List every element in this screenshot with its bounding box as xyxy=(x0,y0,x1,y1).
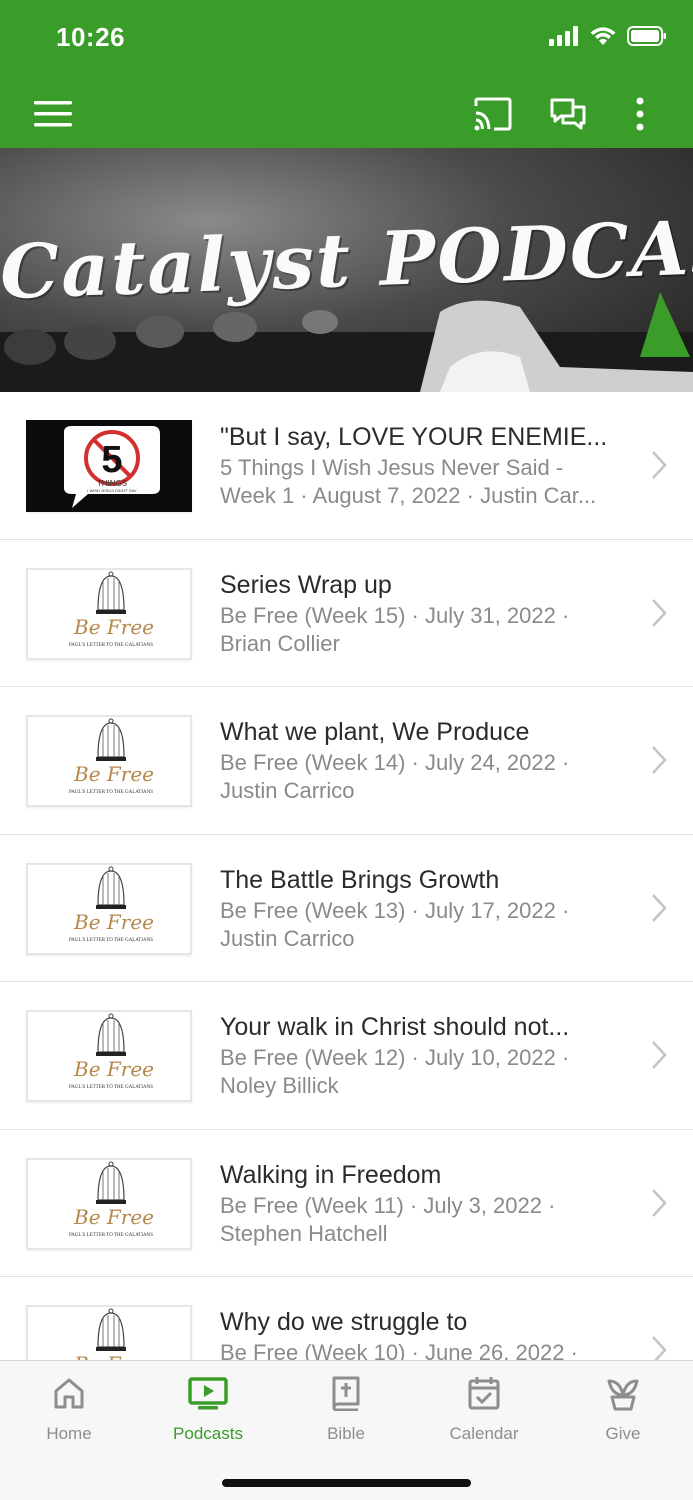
be-free-title: Be Free xyxy=(73,910,154,934)
episode-meta-line1: Be Free (Week 15) · July 31, 2022 · xyxy=(220,602,570,628)
episode-row[interactable]: Be Free PAUL'S LETTER TO THE GALATIANS You… xyxy=(0,982,693,1130)
chevron-right-icon xyxy=(651,450,667,485)
be-free-caption: PAUL'S LETTER TO THE GALATIANS xyxy=(69,643,153,648)
chevron-right-icon xyxy=(651,893,667,928)
episode-row[interactable]: Be Free PAUL'S LETTER TO THE GALATIANS Wal… xyxy=(0,1130,693,1277)
be-free-artwork: Be Free PAUL'S LETTER TO THE GALATIANS xyxy=(69,1161,154,1238)
episode-row[interactable]: 5 THINGS I WISH JESUS DIDN'T SAY "But I say… xyxy=(0,392,693,540)
chevron-right-icon xyxy=(651,745,667,780)
chat-icon[interactable] xyxy=(546,92,590,136)
be-free-artwork: Be Free PAUL'S LETTER TO THE GALATIANS xyxy=(69,718,154,795)
episode-thumbnail: Be Free PAUL'S LETTER TO THE GALATIANS xyxy=(26,1157,192,1250)
episode-title: Series Wrap up xyxy=(220,570,392,599)
be-free-title: Be Free xyxy=(73,615,154,639)
episode-meta-line2: Brian Collier xyxy=(220,630,340,656)
be-free-title: Be Free xyxy=(73,1057,154,1081)
chevron-right-icon xyxy=(651,1335,667,1360)
be-free-artwork: Be Free PAUL'S LETTER TO THE GALATIANS xyxy=(69,866,154,943)
episode-meta-line2: Noley Billick xyxy=(220,1073,339,1098)
episode-row[interactable]: Be Free PAUL'S LETTER TO THE GALATIANS Wha… xyxy=(0,687,693,835)
episode-row[interactable]: Be Free PAUL'S LETTER TO THE GALATIANS Ser… xyxy=(0,540,693,687)
app-bar xyxy=(0,80,693,148)
episode-title: "But I say, LOVE YOUR ENEMIE... xyxy=(220,423,608,451)
tab-calendar[interactable]: Calendar xyxy=(424,1375,544,1444)
episode-title: Why do we struggle to xyxy=(220,1308,468,1336)
episode-meta-line1: Be Free (Week 12) · July 10, 2022 · xyxy=(220,1045,570,1070)
episode-title: What we plant, We Produce xyxy=(220,718,530,746)
five-things-word: THINGS xyxy=(97,479,127,488)
episode-meta-line2: Week 1 · August 7, 2022 · Justin Car... xyxy=(220,483,597,508)
be-free-artwork: Be FreePAUL'S LETTER TO THE GALATIANS xyxy=(73,1308,154,1360)
episode-text: Why do we struggle to Be Free (Week 10) ·… xyxy=(220,1305,630,1360)
be-free-title: Be Free xyxy=(73,1352,154,1360)
episode-meta-line2: Justin Carrico xyxy=(220,925,355,951)
tab-podcasts[interactable]: Podcasts xyxy=(148,1375,268,1444)
episode-thumbnail: Be FreePAUL'S LETTER TO THE GALATIANS xyxy=(26,1305,192,1360)
chevron-right-icon xyxy=(651,1040,667,1075)
tab-give[interactable]: Give xyxy=(563,1375,683,1444)
episode-thumbnail: Be Free PAUL'S LETTER TO THE GALATIANS xyxy=(26,715,192,807)
be-free-artwork: Be Free PAUL'S LETTER TO THE GALATIANS xyxy=(69,571,154,648)
episode-meta-line1: Be Free (Week 14) · July 24, 2022 · xyxy=(220,750,570,775)
status-icons xyxy=(549,26,667,46)
chevron-right-icon xyxy=(651,598,667,633)
tab-home[interactable]: Home xyxy=(9,1375,129,1444)
episode-text: "But I say, LOVE YOUR ENEMIE... 5 Things … xyxy=(220,420,630,510)
podcast-banner: Catalyst PODCAST xyxy=(0,148,693,392)
bible-icon xyxy=(332,1376,360,1412)
episode-title: Your walk in Christ should not... xyxy=(220,1013,570,1041)
calendar-check-icon xyxy=(468,1377,500,1410)
tab-label-podcasts: Podcasts xyxy=(173,1424,243,1443)
be-free-caption: PAUL'S LETTER TO THE GALATIANS xyxy=(69,938,153,943)
episode-text: Series Wrap up Be Free (Week 15) · July 3… xyxy=(220,568,630,658)
five-things-artwork: 5THINGSI WISH JESUS DIDN'T SAY xyxy=(64,426,160,508)
home-indicator[interactable] xyxy=(222,1479,471,1487)
tab-bible[interactable]: Bible xyxy=(286,1375,406,1444)
episode-text: Walking in Freedom Be Free (Week 11) · Ju… xyxy=(220,1158,630,1248)
episode-text: Your walk in Christ should not... Be Free… xyxy=(220,1010,630,1100)
status-time: 10:26 xyxy=(56,22,125,52)
tab-bar: Home Podcasts Bible Calendar Give xyxy=(0,1360,693,1500)
wifi-icon xyxy=(590,27,616,45)
be-free-caption: PAUL'S LETTER TO THE GALATIANS xyxy=(69,790,153,795)
signal-icon xyxy=(549,26,578,46)
episode-text: What we plant, We Produce Be Free (Week 1… xyxy=(220,715,630,805)
be-free-artwork: Be Free PAUL'S LETTER TO THE GALATIANS xyxy=(69,1013,154,1090)
plant-icon xyxy=(607,1379,639,1411)
five-things-number: 5 xyxy=(101,439,122,481)
episode-text: The Battle Brings Growth Be Free (Week 13… xyxy=(220,863,630,953)
episode-thumbnail: Be Free PAUL'S LETTER TO THE GALATIANS xyxy=(26,862,192,955)
episode-meta-line1: Be Free (Week 10) · June 26, 2022 · xyxy=(220,1340,578,1360)
tab-label-home: Home xyxy=(46,1424,92,1443)
episode-row[interactable]: Be Free PAUL'S LETTER TO THE GALATIANS The… xyxy=(0,835,693,982)
episode-title: The Battle Brings Growth xyxy=(220,865,500,894)
episode-thumbnail: 5 THINGS I WISH JESUS DIDN'T SAY xyxy=(26,420,192,512)
episode-thumbnail: Be Free PAUL'S LETTER TO THE GALATIANS xyxy=(26,567,192,660)
more-vertical-icon[interactable] xyxy=(618,92,662,136)
battery-icon xyxy=(627,26,666,46)
episode-list[interactable]: 5 THINGS I WISH JESUS DIDN'T SAY "But I say… xyxy=(0,392,693,1360)
status-bar: 10:26 xyxy=(0,0,693,80)
be-free-title: Be Free xyxy=(73,762,154,786)
episode-thumbnail: Be Free PAUL'S LETTER TO THE GALATIANS xyxy=(26,1010,192,1102)
episode-meta-line1: 5 Things I Wish Jesus Never Said - xyxy=(220,455,564,480)
episode-meta-line1: Be Free (Week 13) · July 17, 2022 · xyxy=(220,897,570,923)
be-free-caption: PAUL'S LETTER TO THE GALATIANS xyxy=(69,1233,153,1238)
chevron-right-icon xyxy=(651,1188,667,1223)
home-icon xyxy=(54,1378,84,1409)
episode-row[interactable]: Be FreePAUL'S LETTER TO THE GALATIANS Why… xyxy=(0,1277,693,1360)
be-free-caption: PAUL'S LETTER TO THE GALATIANS xyxy=(69,1085,153,1090)
cast-icon[interactable] xyxy=(470,92,514,136)
tab-label-bible: Bible xyxy=(327,1424,365,1443)
episode-meta-line2: Stephen Hatchell xyxy=(220,1220,388,1246)
episode-meta-line1: Be Free (Week 11) · July 3, 2022 · xyxy=(220,1192,556,1218)
episode-meta-line2: Justin Carrico xyxy=(220,778,355,803)
be-free-title: Be Free xyxy=(73,1205,154,1229)
episode-title: Walking in Freedom xyxy=(220,1160,442,1189)
tab-label-calendar: Calendar xyxy=(449,1424,519,1443)
menu-icon[interactable] xyxy=(31,92,75,136)
tv-play-icon xyxy=(188,1377,228,1410)
five-things-caption: I WISH JESUS DIDN'T SAY xyxy=(87,488,137,493)
tab-label-give: Give xyxy=(605,1424,641,1443)
